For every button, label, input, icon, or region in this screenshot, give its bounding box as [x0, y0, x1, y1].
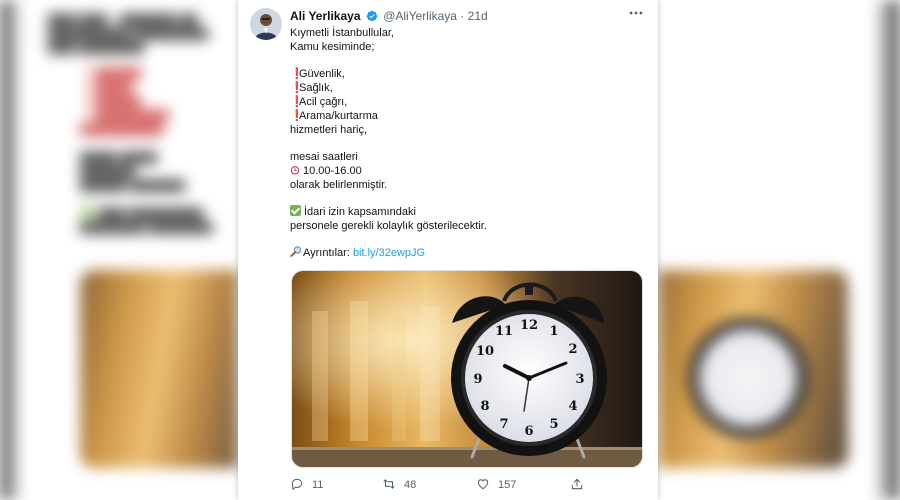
- heart-icon: [477, 479, 489, 490]
- text-line: olarak belirlenmiştir.: [290, 179, 388, 191]
- clock-number-6: 6: [524, 424, 533, 439]
- text-line: Kıymetli İstanbullular,: [290, 27, 394, 39]
- list-item-label: Arama/kurtarma: [299, 110, 378, 122]
- share-icon: [571, 478, 583, 490]
- like-count: 157: [498, 479, 517, 491]
- text-line: mesai saatleri: [290, 151, 358, 163]
- verified-badge-icon: [366, 10, 378, 22]
- list-item-label: Sağlık,: [299, 82, 333, 94]
- tweet-actions: 11 48 157: [290, 476, 590, 494]
- blurred-background-right: [658, 0, 900, 500]
- exclamation-icon: ❗: [290, 82, 304, 94]
- hours-text: 10.00-16.00: [303, 165, 362, 177]
- share-button[interactable]: [570, 476, 592, 494]
- blurred-photo-left: [80, 270, 238, 468]
- clock-number-5: 5: [549, 417, 558, 432]
- clock-number-10: 10: [476, 344, 494, 359]
- clock-number-2: 2: [568, 342, 577, 357]
- more-options-button[interactable]: [628, 6, 644, 22]
- reply-button[interactable]: 11: [290, 476, 323, 494]
- blurred-list-block: ❗▇▇▇▇▇ ❗▇▇▇▇ ❗▇▇▇▇▇ ❗▇▇▇▇▇▇▇▇ ▇▇▇▇▇▇▇▇▇: [80, 66, 169, 136]
- retweet-count: 48: [404, 479, 417, 491]
- author-handle[interactable]: @AliYerlikaya: [383, 9, 457, 23]
- alarm-clock-icon: [290, 166, 300, 175]
- list-item-label: Acil çağrı,: [299, 96, 348, 108]
- check-line: İdari izin kapsamındaki: [290, 205, 650, 219]
- exclamation-icon: ❗: [290, 110, 304, 122]
- list-item: ❗Sağlık,: [290, 81, 650, 95]
- tweet-text: Kıymetli İstanbullular, Kamu kesiminde; …: [290, 26, 650, 260]
- details-line: Ayrıntılar: bit.ly/32ewpJG: [290, 246, 650, 260]
- blurred-note-block: ✅ ▇▇▇ ▇▇▇▇▇▇▇▇ ▇▇▇▇▇▇▇ ▇▇▇▇▇▇▇: [80, 206, 213, 234]
- clock-number-9: 9: [473, 372, 482, 387]
- reply-count: 11: [312, 479, 324, 491]
- tweet-card[interactable]: Ali Yerlikaya @AliYerlikaya · 21d Kıymet…: [238, 0, 658, 500]
- retweet-icon: [383, 479, 395, 489]
- magnifying-glass-icon: [290, 246, 302, 257]
- clock-number-1: 1: [549, 324, 558, 339]
- list-item: ❗Acil çağrı,: [290, 95, 650, 109]
- clock-number-7: 7: [499, 417, 508, 432]
- user-avatar-icon: [250, 8, 282, 40]
- list-item-label: Güvenlik,: [299, 68, 345, 80]
- list-item: ❗Arama/kurtarma: [290, 109, 650, 123]
- hours-line: 10.00-16.00: [290, 164, 650, 178]
- blurred-hours-block: ▇▇▇▇ ▇▇▇▇ ▇▇▇▇▇▇ ▇▇▇▇▇ ▇▇▇▇▇▇: [80, 150, 185, 192]
- clock-number-11: 11: [495, 324, 513, 339]
- edge-shadow-right: [874, 0, 900, 500]
- text-line: hizmetleri hariç,: [290, 124, 368, 136]
- reply-icon: [291, 478, 303, 491]
- alarm-clock-photo-icon: 12 1 2 3 4 5 6 7 8 9 10 11: [292, 271, 642, 467]
- list-item: ❗Güvenlik,: [290, 67, 650, 81]
- clock-number-4: 4: [568, 399, 577, 414]
- ellipsis-icon: [629, 11, 643, 15]
- tweet-timestamp[interactable]: 21d: [468, 9, 488, 23]
- blurred-clock: [688, 318, 808, 438]
- tweet-header: Ali Yerlikaya @AliYerlikaya · 21d: [290, 8, 618, 24]
- tweet-photo[interactable]: 12 1 2 3 4 5 6 7 8 9 10 11: [291, 270, 643, 468]
- header-separator: ·: [460, 9, 465, 23]
- clock-number-8: 8: [480, 399, 489, 414]
- like-button[interactable]: 157: [476, 476, 516, 494]
- blurred-text-block: ▇▇▇ ▇▇▇ ● ▇▇▇▇▇▇ ▇▇ ▇▇▇▇▇▇▇▇▇ ▇▇▇▇▇▇▇▇ ▇▇▇…: [48, 12, 209, 54]
- text-line: Kamu kesiminde;: [290, 41, 375, 53]
- exclamation-icon: ❗: [290, 96, 304, 108]
- clock-number-3: 3: [575, 372, 584, 387]
- details-label: Ayrıntılar:: [303, 247, 350, 259]
- edge-shadow-left: [0, 0, 22, 500]
- details-link[interactable]: bit.ly/32ewpJG: [353, 247, 425, 259]
- check-mark-icon: [290, 205, 301, 216]
- text-line: personele gerekli kolaylık gösterilecekt…: [290, 220, 487, 232]
- retweet-button[interactable]: 48: [382, 476, 416, 494]
- blurred-background-left: ▇▇▇ ▇▇▇ ● ▇▇▇▇▇▇ ▇▇ ▇▇▇▇▇▇▇▇▇ ▇▇▇▇▇▇▇▇ ▇▇▇…: [0, 0, 238, 500]
- author-name[interactable]: Ali Yerlikaya: [290, 9, 361, 23]
- exclamation-icon: ❗: [290, 68, 304, 80]
- check-line-text: İdari izin kapsamındaki: [304, 206, 416, 218]
- avatar[interactable]: [250, 8, 282, 40]
- clock-number-12: 12: [520, 318, 538, 333]
